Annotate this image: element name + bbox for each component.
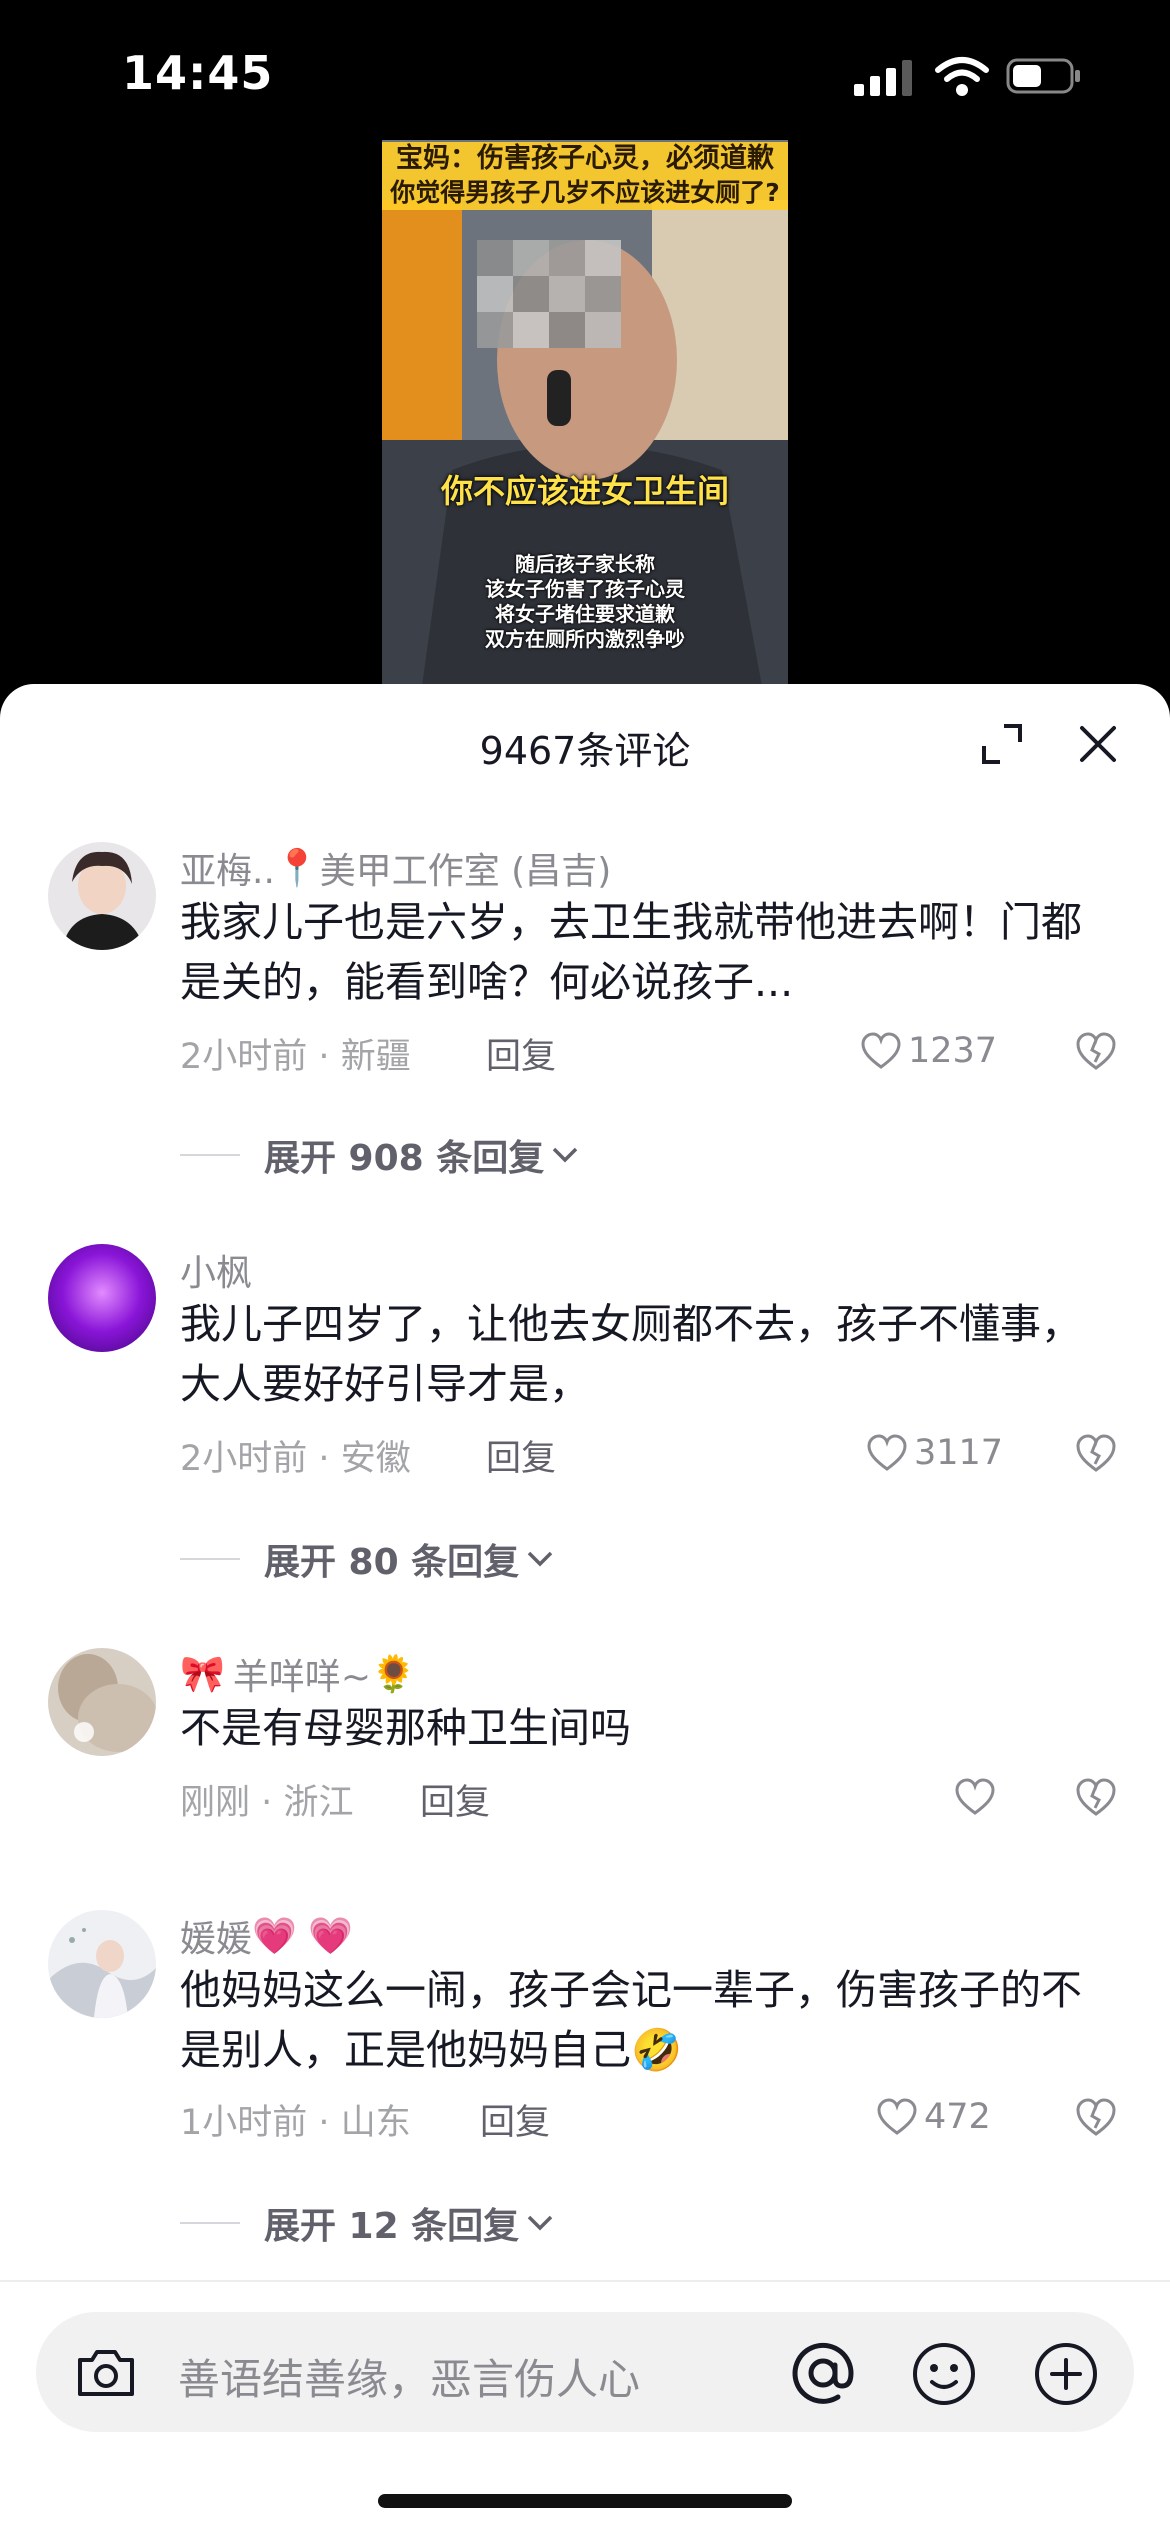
comment-author[interactable]: 🎀 羊咩咩~ 🌻	[180, 1648, 416, 1700]
broken-heart-icon[interactable]	[1074, 2096, 1118, 2138]
avatar[interactable]	[48, 1910, 156, 2018]
author-name: 羊咩咩~	[232, 1657, 371, 1698]
expand-replies-label: 展开 80 条回复	[264, 1542, 520, 1583]
divider-line	[180, 1558, 240, 1560]
broken-heart-icon[interactable]	[1074, 1776, 1118, 1818]
status-bar: 14:45	[0, 0, 1170, 150]
comment-location: 新疆	[340, 1037, 411, 1077]
author-name-suffix: 美甲工作室 (昌吉)	[319, 851, 612, 892]
reply-button[interactable]: 回复	[420, 1774, 490, 1825]
comment-meta: 1小时前 · 山东	[180, 2094, 411, 2145]
heart-outline-icon	[861, 1032, 901, 1069]
avatar[interactable]	[48, 1648, 156, 1756]
chevron-down-icon	[527, 2215, 553, 2231]
sunflower-emoji: 🌻	[371, 1654, 416, 1695]
caption-line: 随后孩子家长称	[515, 552, 655, 576]
meta-dot: ·	[318, 1037, 330, 1077]
comment-input[interactable]: 善语结善缘，恶言伤人心	[36, 2312, 1134, 2432]
avatar[interactable]	[48, 842, 156, 950]
heart-outline-icon	[877, 2098, 917, 2135]
status-time: 14:45	[122, 46, 274, 100]
avatar-image	[48, 1910, 156, 2018]
comment-text: 他妈妈这么一闹，孩子会记一辈子，伤害孩子的不是别人，正是他妈妈自己🤣	[180, 1966, 1082, 2074]
comment-author[interactable]: 亚梅.. 📍 美甲工作室 (昌吉)	[180, 842, 611, 894]
comments-sheet: 9467条评论 亚梅.. 📍 美甲工作室 (昌吉) 我家儿子也是六岁，去卫生我就…	[0, 684, 1170, 2532]
like-count: 3117	[914, 1433, 1004, 1473]
chevron-down-icon	[527, 1551, 553, 1567]
like-count: 472	[924, 2097, 991, 2137]
divider-line	[180, 1154, 240, 1156]
comment-author[interactable]: 小枫	[180, 1244, 252, 1296]
camera-icon[interactable]	[74, 2342, 138, 2402]
heart-outline-icon	[867, 1434, 907, 1471]
sheet-header: 9467条评论	[0, 684, 1170, 802]
comment-time: 2小时前	[180, 1037, 308, 1077]
expand-icon[interactable]	[978, 720, 1026, 768]
chevron-down-icon	[552, 1147, 578, 1163]
like-button[interactable]: 472	[876, 2092, 991, 2142]
video-player[interactable]: 宝妈：伤害孩子心灵，必须道歉 你觉得男孩子几岁不应该进女厕了? 你不应该进女卫生…	[382, 140, 788, 686]
reply-button[interactable]: 回复	[480, 2094, 550, 2145]
comment-text: 不是有母婴那种卫生间吗	[180, 1704, 631, 1752]
input-placeholder: 善语结善缘，恶言伤人心	[178, 2355, 641, 2404]
comment-meta: 2小时前 · 安徽	[180, 1430, 411, 1481]
avatar[interactable]	[48, 1244, 156, 1352]
avatar-image	[48, 1648, 156, 1756]
like-button[interactable]: 1237	[860, 1026, 997, 1076]
heart-outline-icon	[955, 1778, 995, 1815]
expand-replies-button[interactable]: 展开 80 条回复	[180, 1534, 555, 1584]
comment-meta: 刚刚 · 浙江	[180, 1774, 353, 1825]
meta-dot: ·	[318, 1439, 330, 1479]
comment-location: 浙江	[283, 1783, 354, 1823]
expand-replies-button[interactable]: 展开 908 条回复	[180, 1130, 580, 1180]
wifi-icon	[935, 57, 989, 96]
meta-dot: ·	[261, 1783, 273, 1823]
author-name: 媛媛	[180, 1919, 253, 1960]
close-icon[interactable]	[1074, 720, 1122, 768]
comment-time: 2小时前	[180, 1439, 308, 1479]
video-title-line-1: 宝妈：伤害孩子心灵，必须道歉	[382, 142, 788, 176]
broken-heart-icon[interactable]	[1074, 1432, 1118, 1474]
video-subtitle: 你不应该进女卫生间	[440, 472, 729, 510]
bow-emoji: 🎀	[180, 1654, 225, 1695]
video-title-line-2: 你觉得男孩子几岁不应该进女厕了?	[382, 176, 788, 210]
home-indicator[interactable]	[378, 2494, 792, 2508]
avatar-image	[48, 842, 156, 950]
comment-time: 1小时前	[180, 2103, 308, 2143]
comment-location: 安徽	[340, 1439, 411, 1479]
like-button[interactable]: 3117	[866, 1428, 1003, 1478]
smiley-icon[interactable]	[910, 2340, 978, 2408]
caption-line: 将女子堵住要求道歉	[495, 602, 675, 626]
comment-input-bar: 善语结善缘，恶言伤人心	[0, 2280, 1170, 2534]
expand-replies-label: 展开 908 条回复	[264, 1138, 545, 1179]
comment-location: 山东	[340, 2103, 411, 2143]
comment-time: 刚刚	[180, 1783, 251, 1823]
plus-circle-icon[interactable]	[1032, 2340, 1100, 2408]
expand-replies-button[interactable]: 展开 12 条回复	[180, 2198, 555, 2248]
broken-heart-icon[interactable]	[1074, 1030, 1118, 1072]
expand-replies-label: 展开 12 条回复	[264, 2206, 520, 2247]
heart-emojis: 💗 💗	[252, 1916, 354, 1957]
comment-text: 我家儿子也是六岁，去卫生我就带他进去啊！门都是关的，能看到啥？何必说孩子...	[180, 898, 1082, 1006]
meta-dot: ·	[318, 2103, 330, 2143]
battery-icon	[1006, 58, 1080, 94]
pin-emoji: 📍	[274, 848, 320, 889]
reply-button[interactable]: 回复	[486, 1430, 556, 1481]
caption-line: 双方在厕所内激烈争吵	[485, 627, 685, 651]
video-caption: 随后孩子家长称 该女子伤害了孩子心灵 将女子堵住要求道歉 双方在厕所内激烈争吵	[382, 552, 788, 652]
comment-meta: 2小时前 · 新疆	[180, 1028, 411, 1079]
author-name: 亚梅..	[180, 851, 275, 892]
cellular-signal-icon	[854, 60, 912, 96]
comment-text: 我儿子四岁了，让他去女厕都不去，孩子不懂事，大人要好好引导才是，	[180, 1300, 1082, 1408]
at-icon[interactable]	[788, 2338, 858, 2408]
avatar-image	[48, 1244, 156, 1352]
like-button[interactable]	[954, 1772, 1002, 1822]
like-count: 1237	[908, 1031, 998, 1071]
reply-button[interactable]: 回复	[486, 1028, 556, 1079]
comment-author[interactable]: 媛媛 💗 💗	[180, 1910, 353, 1962]
caption-line: 该女子伤害了孩子心灵	[485, 577, 685, 601]
divider-line	[180, 2222, 240, 2224]
